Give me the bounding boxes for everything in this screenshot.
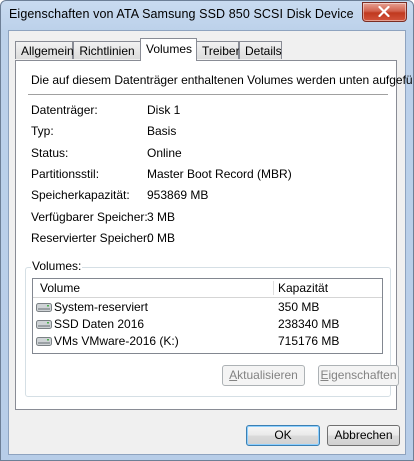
title-bar[interactable]: Eigenschaften von ATA Samsung SSD 850 SC… bbox=[1, 1, 413, 29]
volume-capacity: 715176 MB bbox=[278, 334, 340, 348]
column-divider[interactable] bbox=[273, 281, 274, 295]
list-item[interactable]: System-reserviert 350 MB bbox=[33, 300, 382, 315]
tab-label: Details bbox=[245, 44, 282, 58]
tab-volumes[interactable]: Volumes bbox=[140, 38, 197, 61]
volume-capacity: 350 MB bbox=[278, 300, 320, 314]
refresh-accelerator: A bbox=[229, 368, 238, 382]
tab-label: Treiber bbox=[202, 44, 240, 58]
volumes-group-label: Volumes: bbox=[31, 259, 83, 273]
tab-richtlinien[interactable]: Richtlinien bbox=[73, 41, 141, 59]
intro-text: Die auf diesem Datenträger enthaltenen V… bbox=[31, 73, 414, 87]
properties-button[interactable]: Eigenschaften bbox=[318, 365, 399, 386]
properties-label-post: igenschaften bbox=[328, 368, 397, 382]
refresh-label-post: ktualisieren bbox=[237, 368, 298, 382]
close-icon bbox=[378, 6, 390, 17]
tab-strip: Allgemein Richtlinien Volumes Treiber De… bbox=[15, 38, 395, 61]
drive-icon bbox=[36, 303, 52, 312]
tab-label: Allgemein bbox=[21, 44, 74, 58]
column-header-volume[interactable]: Volume bbox=[40, 279, 80, 297]
volume-capacity: 238340 MB bbox=[278, 317, 340, 331]
separator bbox=[28, 94, 388, 96]
column-header-capacity[interactable]: Kapazität bbox=[278, 279, 328, 297]
tab-label: Richtlinien bbox=[79, 44, 135, 58]
window-title: Eigenschaften von ATA Samsung SSD 850 SC… bbox=[9, 7, 354, 21]
tab-allgemein[interactable]: Allgemein bbox=[15, 41, 74, 59]
list-header: Volume Kapazität bbox=[33, 279, 382, 298]
capacity-value: 953869 MB bbox=[147, 188, 209, 202]
type-label: Typ: bbox=[31, 124, 54, 138]
reserved-space-value: 0 MB bbox=[147, 231, 176, 245]
volumes-tab-panel: Die auf diesem Datenträger enthaltenen V… bbox=[15, 60, 413, 410]
partition-style-value: Master Boot Record (MBR) bbox=[147, 167, 292, 181]
volume-name: VMs VMware-2016 (K:) bbox=[54, 334, 179, 348]
list-item[interactable]: VMs VMware-2016 (K:) 715176 MB bbox=[33, 334, 382, 349]
ok-button[interactable]: OK bbox=[246, 425, 320, 446]
cancel-button[interactable]: Abbrechen bbox=[327, 425, 400, 446]
dialog-body: Allgemein Richtlinien Volumes Treiber De… bbox=[8, 30, 413, 455]
free-space-value: 3 MB bbox=[147, 210, 176, 224]
capacity-label: Speicherkapazität: bbox=[31, 188, 130, 202]
free-space-label: Verfügbarer Speicher: bbox=[31, 210, 148, 224]
volume-name: System-reserviert bbox=[54, 300, 149, 314]
tab-treiber[interactable]: Treiber bbox=[196, 41, 240, 59]
drive-icon bbox=[36, 337, 52, 346]
disk-value: Disk 1 bbox=[147, 103, 181, 117]
close-button[interactable] bbox=[362, 2, 407, 22]
refresh-button[interactable]: Aktualisieren bbox=[222, 365, 305, 386]
volume-name: SSD Daten 2016 bbox=[54, 317, 145, 331]
disk-label: Datenträger: bbox=[31, 103, 98, 117]
tab-label: Volumes bbox=[146, 42, 193, 56]
drive-icon bbox=[36, 320, 52, 329]
reserved-space-label: Reservierter Speicher: bbox=[31, 231, 151, 245]
status-label: Status: bbox=[31, 146, 69, 160]
list-item[interactable]: SSD Daten 2016 238340 MB bbox=[33, 317, 382, 332]
tab-details[interactable]: Details bbox=[239, 41, 282, 59]
status-value: Online bbox=[147, 146, 182, 160]
partition-style-label: Partitionsstil: bbox=[31, 167, 100, 181]
properties-window: Eigenschaften von ATA Samsung SSD 850 SC… bbox=[0, 0, 414, 461]
type-value: Basis bbox=[147, 124, 177, 138]
volumes-list[interactable]: Volume Kapazität System-reserviert 350 M… bbox=[32, 278, 383, 354]
